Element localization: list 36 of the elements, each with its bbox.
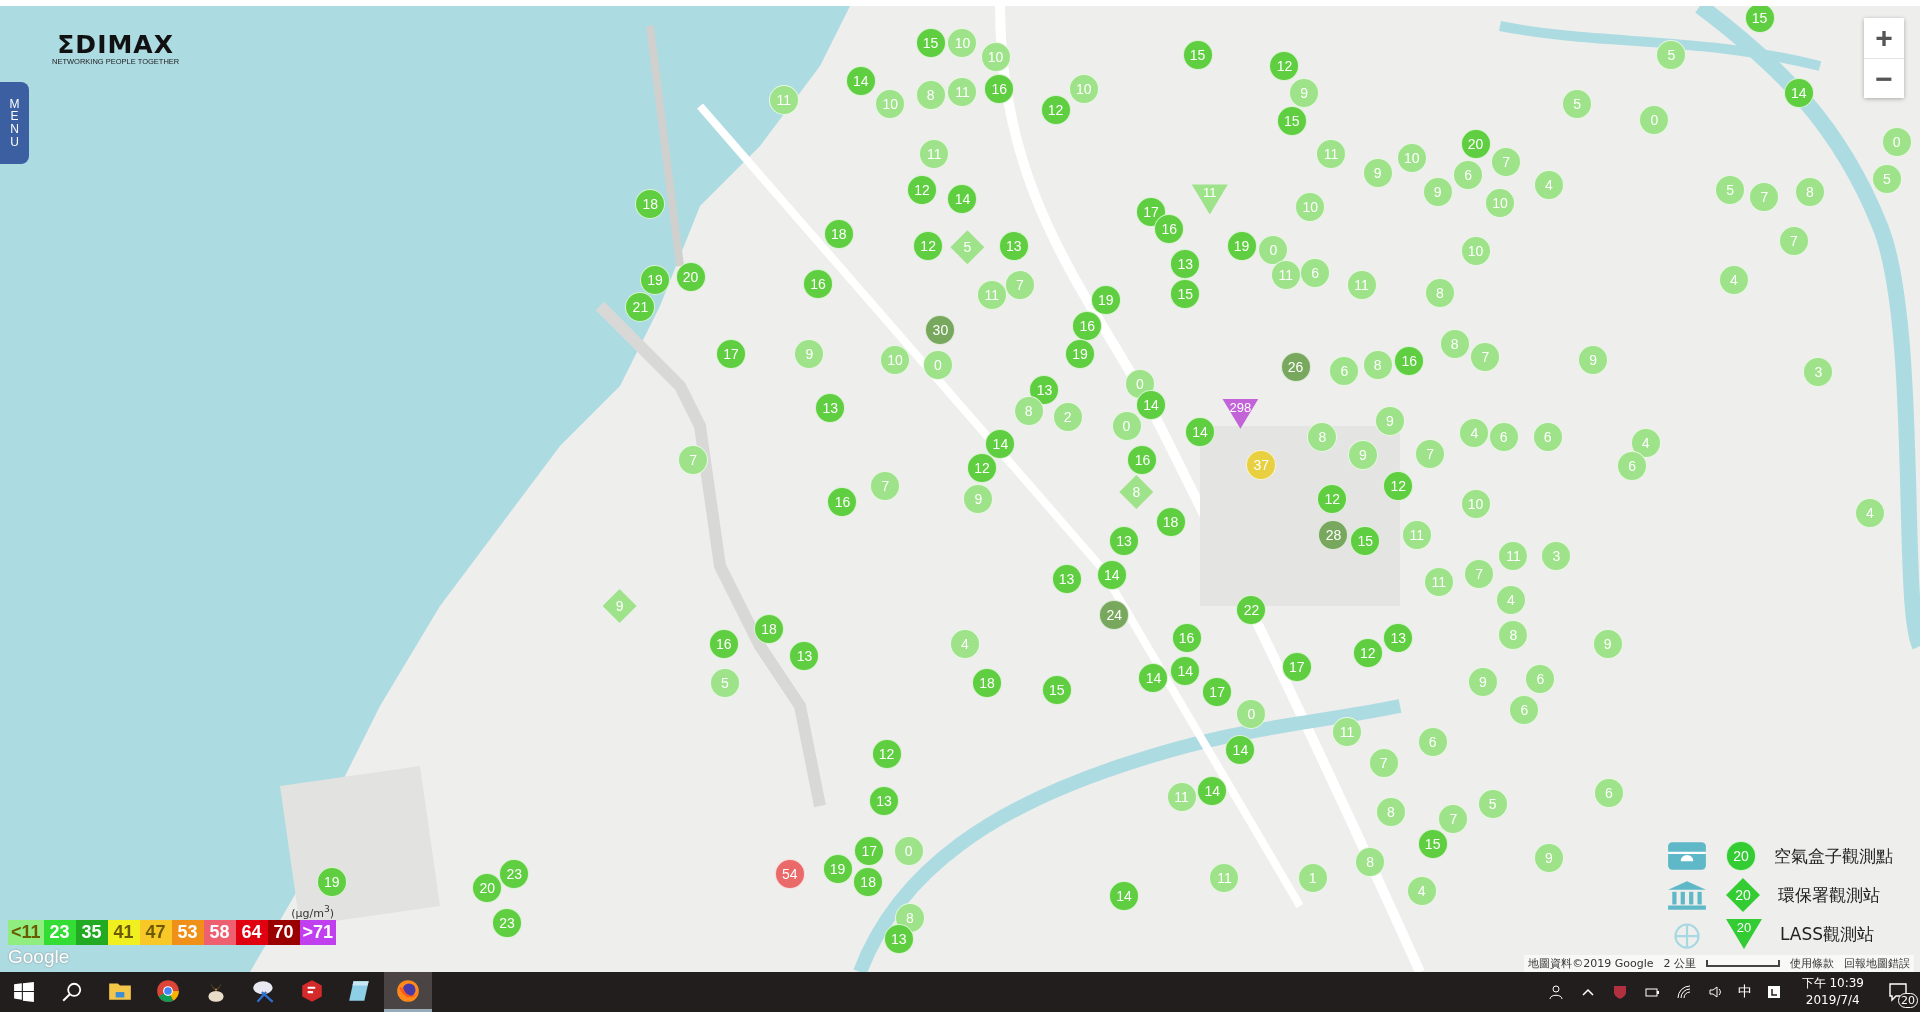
shield-icon[interactable] — [1611, 984, 1628, 1000]
scale-band: 58 — [203, 920, 236, 945]
input-method-indicator[interactable]: 中 — [1737, 983, 1752, 1001]
scale-band: 47 — [139, 920, 172, 945]
footer-link[interactable]: 回報地圖錯誤 — [1844, 956, 1910, 971]
person-icon[interactable] — [1547, 984, 1564, 1000]
sensor-box-icon — [1666, 840, 1708, 872]
footer-link[interactable]: 使用條款 — [1790, 956, 1834, 971]
scale-band: >71 — [299, 920, 337, 945]
map-attribution: 地圖資料©2019 Google — [1528, 956, 1654, 971]
legend-label: LASS觀測站 — [1780, 922, 1876, 946]
menu-tab[interactable]: MENU — [0, 82, 29, 164]
scale-label: 2 公里 — [1663, 956, 1696, 971]
clock[interactable]: 下午 10:39 2019/7/4 — [1801, 975, 1864, 1009]
scale-band: 35 — [75, 920, 108, 945]
scale-band: 53 — [171, 920, 204, 945]
government-building-icon — [1666, 879, 1708, 911]
browser-icon[interactable] — [155, 977, 181, 1004]
zoom-out-button[interactable]: − — [1864, 58, 1904, 98]
speaker-icon[interactable] — [1707, 984, 1724, 1000]
unit-label: (μg/m$^{3}$) — [291, 903, 335, 920]
scale-band: 23 — [43, 920, 76, 945]
scale-band: <11 — [8, 920, 44, 945]
notification-count: 20 — [1898, 993, 1918, 1008]
wifi-icon[interactable] — [1675, 984, 1692, 1000]
brand-logo: ΣDIMAX — [57, 32, 174, 57]
zoom-in-button[interactable]: + — [1864, 18, 1904, 58]
scale-band: 70 — [267, 920, 300, 945]
fox-globe-icon[interactable] — [395, 977, 421, 1004]
legend-label: 空氣盒子觀測點 — [1774, 844, 1894, 868]
legend-label: 環保署觀測站 — [1778, 883, 1881, 907]
scale-band: 41 — [107, 920, 140, 945]
google-logo: Google — [8, 946, 71, 968]
cube-icon[interactable] — [299, 977, 325, 1004]
scale-band: 64 — [235, 920, 268, 945]
keyboard-mode-icon[interactable] — [1765, 984, 1782, 1000]
